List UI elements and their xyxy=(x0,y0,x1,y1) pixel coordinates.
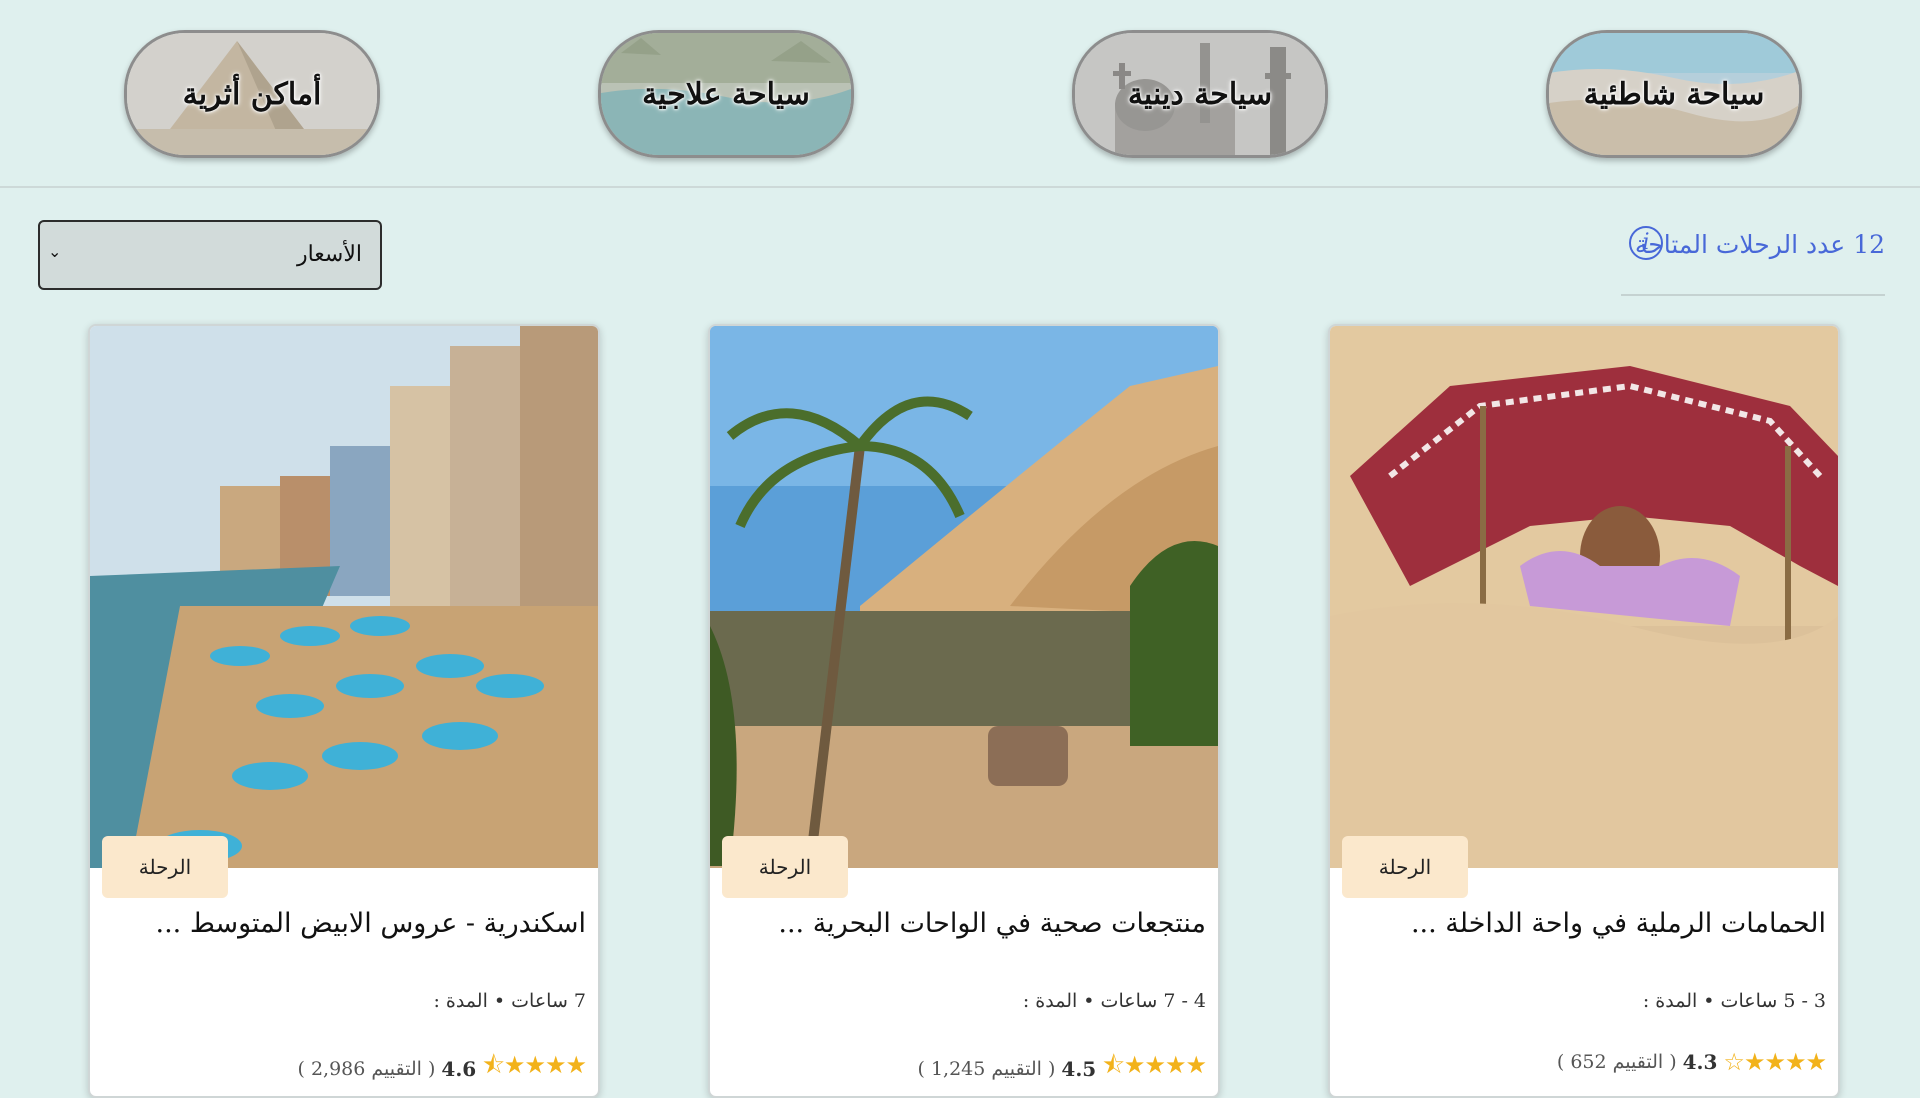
rating-value: 4.6 xyxy=(441,1056,477,1081)
category-label: أماكن أثرية xyxy=(182,76,322,112)
sort-selected-value: الأسعار xyxy=(296,242,362,267)
trips-count-number: 12 xyxy=(1853,230,1885,259)
category-label: سياحة دينية xyxy=(1127,76,1273,112)
rating-stars-icon: ★★★★☆ xyxy=(1723,1048,1827,1076)
rating-reviews: ( التقييم 652 ) xyxy=(1556,1051,1677,1073)
trip-duration: 3 - 5 ساعات • المدة : xyxy=(1642,990,1826,1012)
trip-rating: ★★★★⯪ 4.5 ( التقييم 1,245 ) xyxy=(917,1048,1207,1089)
trips-count-label: عدد الرحلات المتاحة xyxy=(1634,230,1846,259)
trip-duration: 7 ساعات • المدة : xyxy=(433,990,586,1012)
info-icon[interactable]: i xyxy=(1629,226,1663,260)
trip-badge: الرحلة xyxy=(722,836,848,898)
rating-value: 4.3 xyxy=(1682,1050,1718,1074)
category-medical-button[interactable]: سياحة علاجية xyxy=(598,30,854,158)
trip-title[interactable]: الحمامات الرملية في واحة الداخلة ... xyxy=(1411,908,1826,939)
trip-badge: الرحلة xyxy=(102,836,228,898)
rating-stars-icon: ★★★★⯪ xyxy=(1102,1051,1207,1079)
trip-rating: ★★★★⯪ 4.6 ( التقييم 2,986 ) xyxy=(297,1048,587,1089)
category-archaeological-button[interactable]: أماكن أثرية xyxy=(124,30,380,158)
rating-stars-icon: ★★★★⯪ xyxy=(482,1051,587,1079)
trip-card[interactable]: الرحلة اسكندرية - عروس الابيض المتوسط ..… xyxy=(88,324,600,1098)
chevron-down-icon: ⌄ xyxy=(48,242,62,261)
oasis-photo-icon xyxy=(710,326,1218,868)
trip-badge: الرحلة xyxy=(1342,836,1468,898)
rating-value: 4.5 xyxy=(1061,1056,1097,1081)
category-beach-button[interactable]: سياحة شاطئية xyxy=(1546,30,1802,158)
trip-title[interactable]: منتجعات صحية في الواحات البحرية ... xyxy=(778,908,1206,939)
trips-count: 12 عدد الرحلات المتاحة i xyxy=(1621,224,1885,296)
trip-card[interactable]: الرحلة منتجعات صحية في الواحات البحرية .… xyxy=(708,324,1220,1098)
trip-rating: ★★★★☆ 4.3 ( التقييم 652 ) xyxy=(1556,1048,1827,1076)
rating-reviews: ( التقييم 2,986 ) xyxy=(297,1057,436,1080)
trip-duration: 4 - 7 ساعات • المدة : xyxy=(1022,990,1206,1012)
trip-title[interactable]: اسكندرية - عروس الابيض المتوسط ... xyxy=(156,908,587,939)
category-label: سياحة شاطئية xyxy=(1583,76,1765,112)
category-bar: سياحة شاطئية سياحة دينية سياحة علاجية أم… xyxy=(0,0,1920,188)
category-label: سياحة علاجية xyxy=(642,76,810,112)
trip-card[interactable]: الرحلة الحمامات الرملية في واحة الداخلة … xyxy=(1328,324,1840,1098)
category-religious-button[interactable]: سياحة دينية xyxy=(1072,30,1328,158)
sort-select[interactable]: الأسعار ⌄ xyxy=(38,220,382,290)
sand-bath-photo-icon xyxy=(1330,326,1838,868)
rating-reviews: ( التقييم 1,245 ) xyxy=(917,1057,1056,1080)
alexandria-beach-photo-icon xyxy=(90,326,598,868)
